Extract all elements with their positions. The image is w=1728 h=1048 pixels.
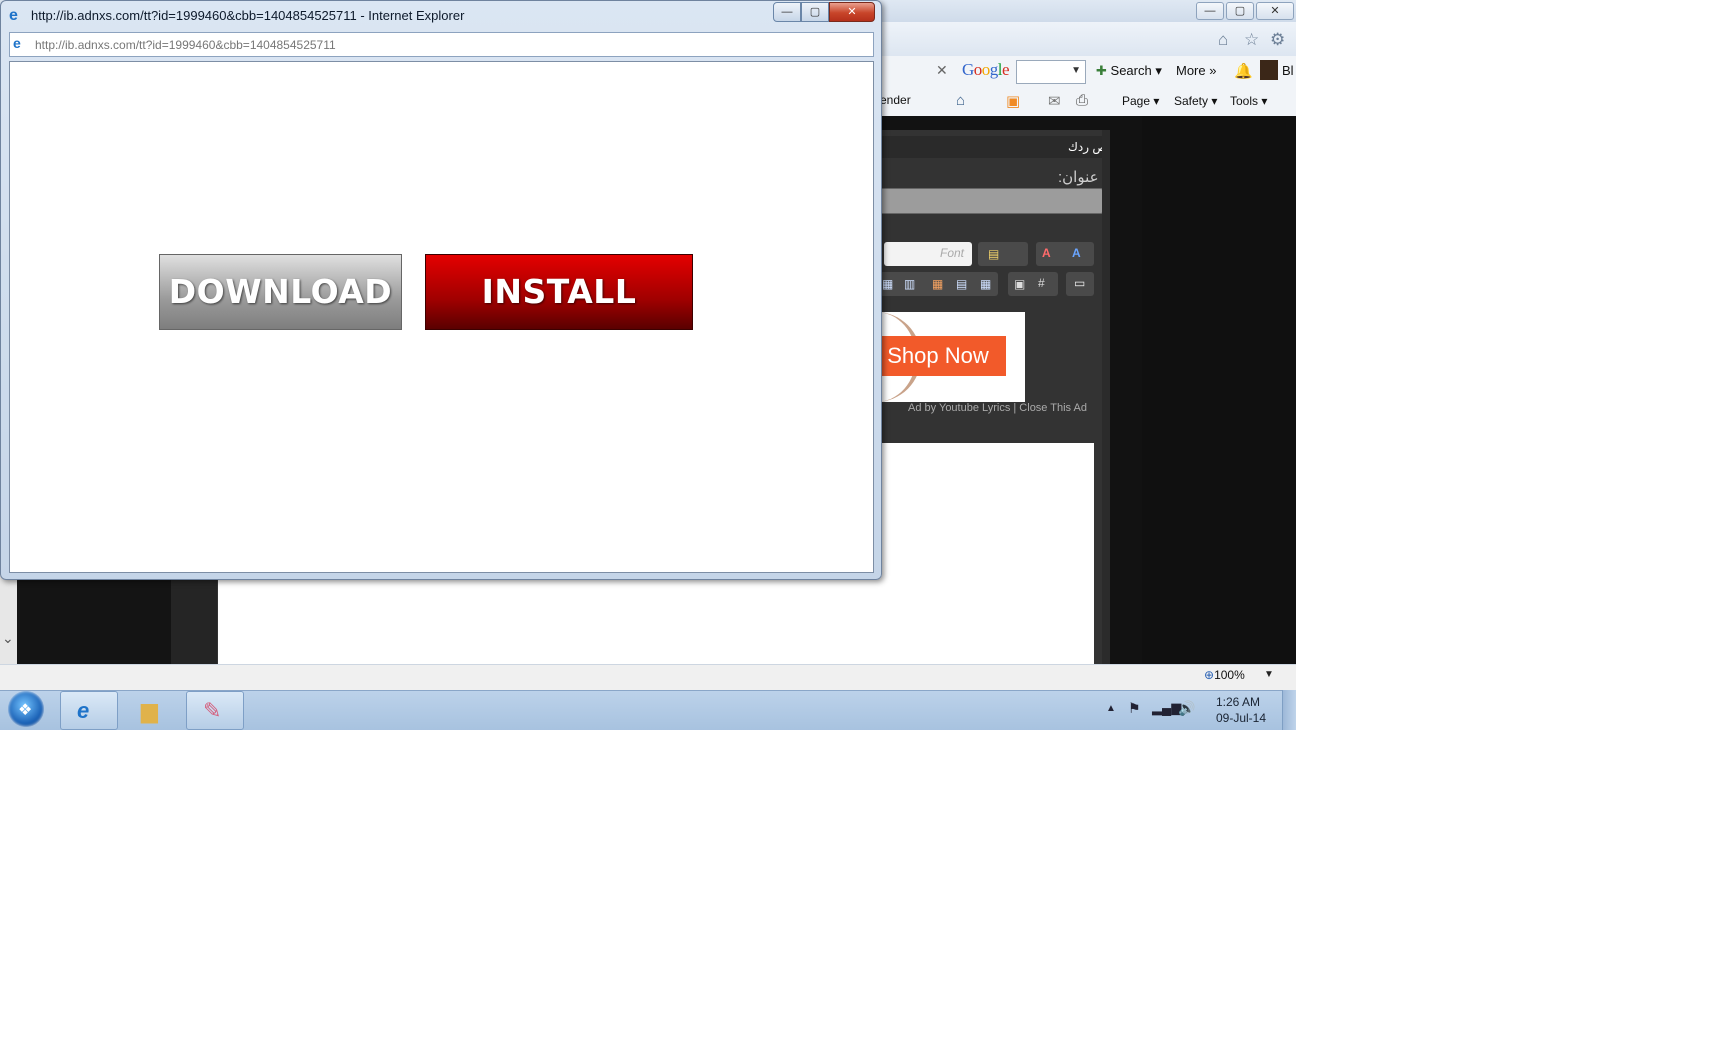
dropdown-arrow-icon[interactable]: ▼ bbox=[1071, 65, 1081, 76]
google-toolbar-close-icon[interactable]: ✕ bbox=[936, 62, 948, 79]
mail-icon[interactable]: ✉ bbox=[1048, 92, 1061, 110]
tools-menu[interactable]: Tools ▾ bbox=[1230, 94, 1267, 108]
feeds-icon[interactable]: ▣ bbox=[1006, 92, 1020, 110]
network-signal-icon[interactable]: ▂▄▆ bbox=[1152, 700, 1181, 716]
volume-icon[interactable]: 🔊 bbox=[1178, 700, 1195, 717]
print-icon[interactable]: ⎙ bbox=[1076, 92, 1088, 109]
download-button[interactable]: DOWNLOAD bbox=[159, 254, 402, 330]
page-menu[interactable]: Page ▾ bbox=[1122, 94, 1159, 108]
popup-window-title: http://ib.adnxs.com/tt?id=1999460&cbb=14… bbox=[31, 8, 465, 23]
action-center-flag-icon[interactable]: ⚑ bbox=[1128, 700, 1141, 717]
favorites-partial-label[interactable]: ender bbox=[880, 93, 911, 107]
insert-table-icon[interactable]: ▦ bbox=[980, 277, 991, 291]
comment-icon[interactable]: ▭ bbox=[1074, 276, 1085, 290]
insert-column-icon[interactable]: ▤ bbox=[956, 277, 967, 291]
font-placeholder: Font bbox=[939, 246, 964, 260]
text-color-icon[interactable]: A bbox=[1042, 246, 1051, 260]
popup-minimize-button[interactable]: — bbox=[773, 2, 801, 22]
avatar[interactable] bbox=[1260, 60, 1278, 80]
desktop-screen: — ▢ ✕ ⌂ ☆ ⚙ ✕ Google ▼ ✚ Search ▾ More »… bbox=[0, 0, 1296, 730]
popup-close-button[interactable]: ✕ bbox=[829, 2, 875, 22]
page-icon: e bbox=[13, 35, 21, 51]
install-button[interactable]: INSTALL bbox=[425, 254, 693, 330]
title-input[interactable] bbox=[880, 188, 1103, 214]
paint-palette-icon: ✎ bbox=[203, 698, 222, 723]
insert-image-icon[interactable]: ▦ bbox=[882, 277, 893, 291]
popup-address-text[interactable]: http://ib.adnxs.com/tt?id=1999460&cbb=14… bbox=[35, 38, 336, 52]
toolbar-partial-label[interactable]: Bl bbox=[1282, 63, 1294, 78]
right-column bbox=[1142, 116, 1296, 664]
internet-explorer-icon: e bbox=[77, 698, 90, 723]
scroll-down-icon[interactable]: ⌄ bbox=[2, 630, 14, 647]
taskbar-file-explorer[interactable]: ▆ bbox=[124, 691, 182, 730]
favorites-star-icon[interactable]: ☆ bbox=[1244, 30, 1259, 50]
zoom-icon: ⊕ bbox=[1204, 668, 1215, 682]
internet-explorer-icon: e bbox=[9, 7, 18, 24]
google-search-button[interactable]: ✚ Search ▾ bbox=[1096, 63, 1162, 79]
title-label: عنوان: bbox=[1058, 169, 1099, 186]
more-button[interactable]: More » bbox=[1176, 63, 1216, 78]
insert-row-icon[interactable]: ▦ bbox=[932, 277, 943, 291]
home-page-icon[interactable]: ⌂ bbox=[956, 92, 965, 109]
status-bar bbox=[0, 664, 1296, 691]
bg-close-button[interactable]: ✕ bbox=[1256, 2, 1294, 20]
hash-icon[interactable]: # bbox=[1038, 276, 1045, 290]
zoom-value: 100% bbox=[1214, 668, 1245, 682]
paste-icon[interactable]: ▤ bbox=[988, 247, 999, 261]
popup-ie-window[interactable]: e http://ib.adnxs.com/tt?id=1999460&cbb=… bbox=[0, 0, 882, 580]
tray-expand-icon[interactable]: ▲ bbox=[1106, 703, 1116, 714]
google-search-label: Search bbox=[1110, 63, 1152, 78]
paste-toolbar-group[interactable] bbox=[978, 242, 1028, 266]
clock-date[interactable]: 09-Jul-14 bbox=[1216, 711, 1266, 725]
font-select-box[interactable]: Font bbox=[884, 242, 972, 266]
taskbar-internet-explorer[interactable]: e bbox=[60, 691, 118, 730]
shop-now-button[interactable]: Shop Now bbox=[870, 336, 1006, 376]
bg-minimize-button[interactable]: — bbox=[1196, 2, 1224, 20]
folder-icon: ▆ bbox=[141, 698, 158, 723]
google-logo: Google bbox=[962, 60, 1010, 79]
google-search-input[interactable]: ▼ bbox=[1016, 60, 1086, 84]
zoom-dropdown-icon[interactable]: ▼ bbox=[1264, 669, 1274, 680]
popup-maximize-button[interactable]: ▢ bbox=[801, 2, 829, 22]
safety-menu[interactable]: Safety ▾ bbox=[1174, 94, 1217, 108]
clock-time[interactable]: 1:26 AM bbox=[1216, 695, 1260, 709]
php-code-icon[interactable]: ▣ bbox=[1014, 277, 1025, 291]
home-icon[interactable]: ⌂ bbox=[1218, 30, 1228, 50]
editor-scrollbar[interactable] bbox=[1102, 130, 1110, 664]
ad-credit-link[interactable]: Ad by Youtube Lyrics | Close This Ad bbox=[908, 402, 1087, 414]
windows-logo-icon: ❖ bbox=[18, 702, 33, 719]
zoom-level[interactable]: ⊕100% bbox=[1204, 668, 1245, 682]
google-search-icon: ✚ bbox=[1096, 63, 1107, 78]
taskbar-paint[interactable]: ✎ bbox=[186, 691, 244, 730]
bell-icon[interactable]: 🔔 bbox=[1234, 62, 1253, 80]
highlight-color-icon[interactable]: A bbox=[1072, 246, 1081, 260]
insert-media-icon[interactable]: ▥ bbox=[904, 277, 915, 291]
show-desktop-button[interactable] bbox=[1282, 690, 1296, 730]
bg-restore-button[interactable]: ▢ bbox=[1226, 2, 1254, 20]
settings-gear-icon[interactable]: ⚙ bbox=[1270, 30, 1285, 50]
